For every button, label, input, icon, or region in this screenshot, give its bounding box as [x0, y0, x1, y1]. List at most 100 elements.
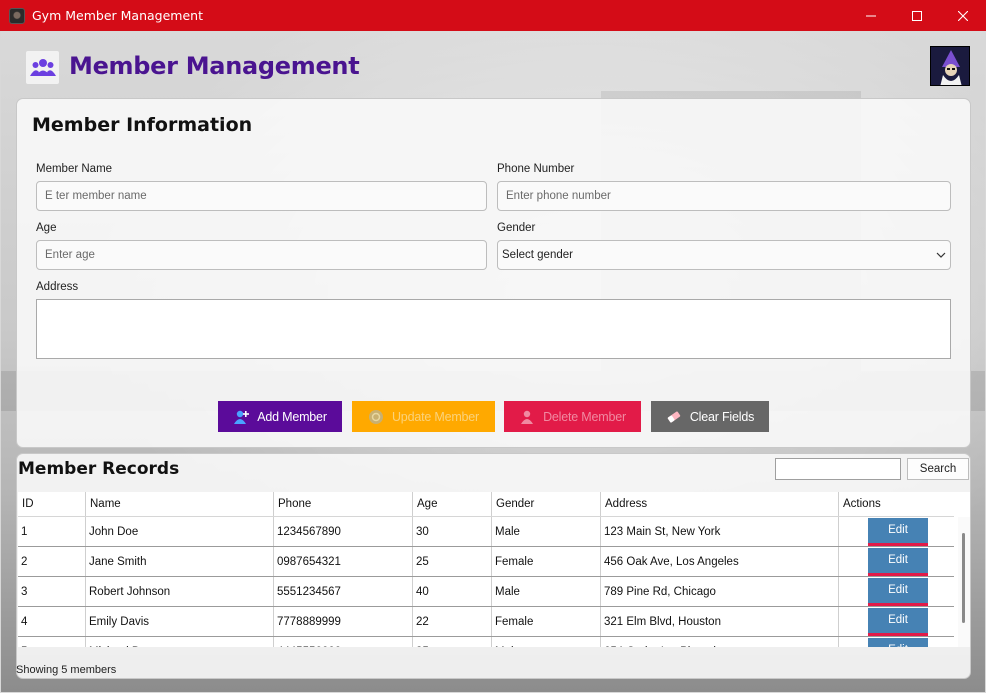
cell-id: 1	[18, 517, 86, 546]
title-bar: Gym Member Management	[0, 0, 986, 31]
table-row[interactable]: 4 Emily Davis 7778889999 22 Female 321 Elm Bl…	[18, 607, 954, 637]
edit-button[interactable]: Edit	[868, 517, 928, 546]
cell-age: 35	[413, 637, 492, 647]
cell-gender: Female	[492, 607, 601, 636]
window-controls	[848, 0, 986, 31]
cell-actions: Edit	[839, 637, 954, 647]
clear-fields-label: Clear Fields	[689, 409, 755, 424]
address-label: Address	[36, 281, 79, 293]
member-info-title: Member Information	[32, 114, 253, 136]
cell-address: 321 Elm Blvd, Houston	[601, 607, 839, 636]
column-header-name[interactable]: Name	[86, 492, 274, 516]
cell-id: 4	[18, 607, 86, 636]
cell-name: John Doe	[86, 517, 274, 546]
phone-number-label: Phone Number	[497, 163, 575, 175]
cell-age: 25	[413, 547, 492, 576]
table-row[interactable]: 3 Robert Johnson 5551234567 40 Male 789 Pine …	[18, 577, 954, 607]
add-member-button[interactable]: Add Member	[218, 401, 342, 432]
maximize-button[interactable]	[894, 0, 940, 31]
column-header-address[interactable]: Address	[601, 492, 839, 516]
age-label: Age	[36, 222, 57, 234]
column-header-actions[interactable]: Actions	[839, 492, 954, 516]
member-name-input[interactable]	[36, 181, 487, 211]
cell-name: Jane Smith	[86, 547, 274, 576]
scrollbar-thumb[interactable]	[962, 533, 965, 623]
cell-id: 5	[18, 637, 86, 647]
column-header-id[interactable]: ID	[18, 492, 86, 516]
table-row[interactable]: 5Michael Brown444555666635Male654 Cedar …	[18, 637, 954, 647]
clear-fields-button[interactable]: Clear Fields	[651, 401, 769, 432]
minimize-button[interactable]	[848, 0, 894, 31]
gender-select[interactable]: Select gender	[497, 240, 951, 270]
wizard-avatar-icon	[931, 47, 969, 85]
client-area: Member Management Member Information Mem…	[1, 31, 985, 692]
member-records-title: Member Records	[18, 459, 180, 479]
search-button[interactable]: Search	[907, 458, 969, 480]
add-user-icon	[234, 410, 250, 424]
cell-actions: Edit	[839, 577, 954, 606]
add-member-label: Add Member	[257, 409, 327, 424]
cell-gender: Male	[492, 577, 601, 606]
cell-name: Emily Davis	[86, 607, 274, 636]
cell-address: 123 Main St, New York	[601, 517, 839, 546]
cell-actions: Edit	[839, 607, 954, 636]
column-header-phone[interactable]: Phone	[274, 492, 413, 516]
update-member-button[interactable]: Update Member	[352, 401, 495, 432]
cell-gender: Male	[492, 637, 601, 647]
cell-age: 30	[413, 517, 492, 546]
cell-id: 3	[18, 577, 86, 606]
cell-actions: Edit	[839, 547, 954, 576]
app-icon	[9, 7, 25, 24]
update-member-label: Update Member	[391, 409, 480, 424]
member-name-label: Member Name	[36, 163, 113, 175]
search-input[interactable]	[775, 458, 901, 480]
cell-phone: 5551234567	[274, 577, 413, 606]
column-header-gender[interactable]: Gender	[492, 492, 601, 516]
column-header-age[interactable]: Age	[413, 492, 492, 516]
edit-button[interactable]: Edit	[868, 607, 928, 636]
age-input[interactable]	[36, 240, 487, 270]
avatar[interactable]	[930, 46, 970, 86]
close-button[interactable]	[940, 0, 986, 31]
cell-address: 654 Cedar Ln, Phoenix	[601, 637, 839, 647]
eraser-icon	[667, 410, 681, 423]
cell-gender: Male	[492, 517, 601, 546]
cell-age: 22	[413, 607, 492, 636]
edit-button[interactable]: Edit	[868, 547, 928, 576]
status-text: Showing 5 members	[16, 664, 117, 676]
gender-select-value: Select gender	[502, 249, 573, 261]
cell-name: Robert Johnson	[86, 577, 274, 606]
close-icon	[958, 10, 968, 21]
cell-id: 2	[18, 547, 86, 576]
table-row[interactable]: 1 John Doe 1234567890 30 Male 123 Main St, Ne…	[18, 517, 954, 547]
cell-name: Michael Brown	[86, 637, 274, 647]
phone-number-input[interactable]	[497, 181, 951, 211]
cell-address: 456 Oak Ave, Los Angeles	[601, 547, 839, 576]
members-icon	[26, 51, 59, 84]
table-scrollbar[interactable]	[958, 517, 970, 647]
page-title: Member Management	[69, 52, 360, 80]
table-row[interactable]: 2 Jane Smith 0987654321 25 Female 456 Oak Ave…	[18, 547, 954, 577]
maximize-icon	[912, 10, 922, 21]
cell-gender: Female	[492, 547, 601, 576]
cell-phone: 4445556666	[274, 637, 413, 647]
chevron-down-icon	[936, 252, 946, 258]
delete-member-button[interactable]: Delete Member	[504, 401, 641, 432]
window-title: Gym Member Management	[32, 8, 203, 23]
member-records-panel: Member Records Search ID Name Phone Age …	[16, 453, 971, 679]
refresh-icon	[368, 409, 383, 424]
delete-member-label: Delete Member	[543, 409, 626, 424]
edit-button[interactable]: Edit	[868, 577, 928, 606]
remove-user-icon	[521, 410, 534, 424]
address-textarea[interactable]	[36, 299, 951, 359]
member-info-panel: Member Information Member Name Phone Num…	[16, 98, 971, 448]
records-table: ID Name Phone Age Gender Address Actions…	[18, 492, 970, 647]
cell-address: 789 Pine Rd, Chicago	[601, 577, 839, 606]
cell-phone: 7778889999	[274, 607, 413, 636]
minimize-icon	[866, 15, 876, 16]
gender-label: Gender	[497, 222, 536, 234]
cell-age: 40	[413, 577, 492, 606]
cell-phone: 1234567890	[274, 517, 413, 546]
table-header: ID Name Phone Age Gender Address Actions	[18, 492, 954, 517]
edit-button[interactable]: Edit	[868, 637, 928, 647]
